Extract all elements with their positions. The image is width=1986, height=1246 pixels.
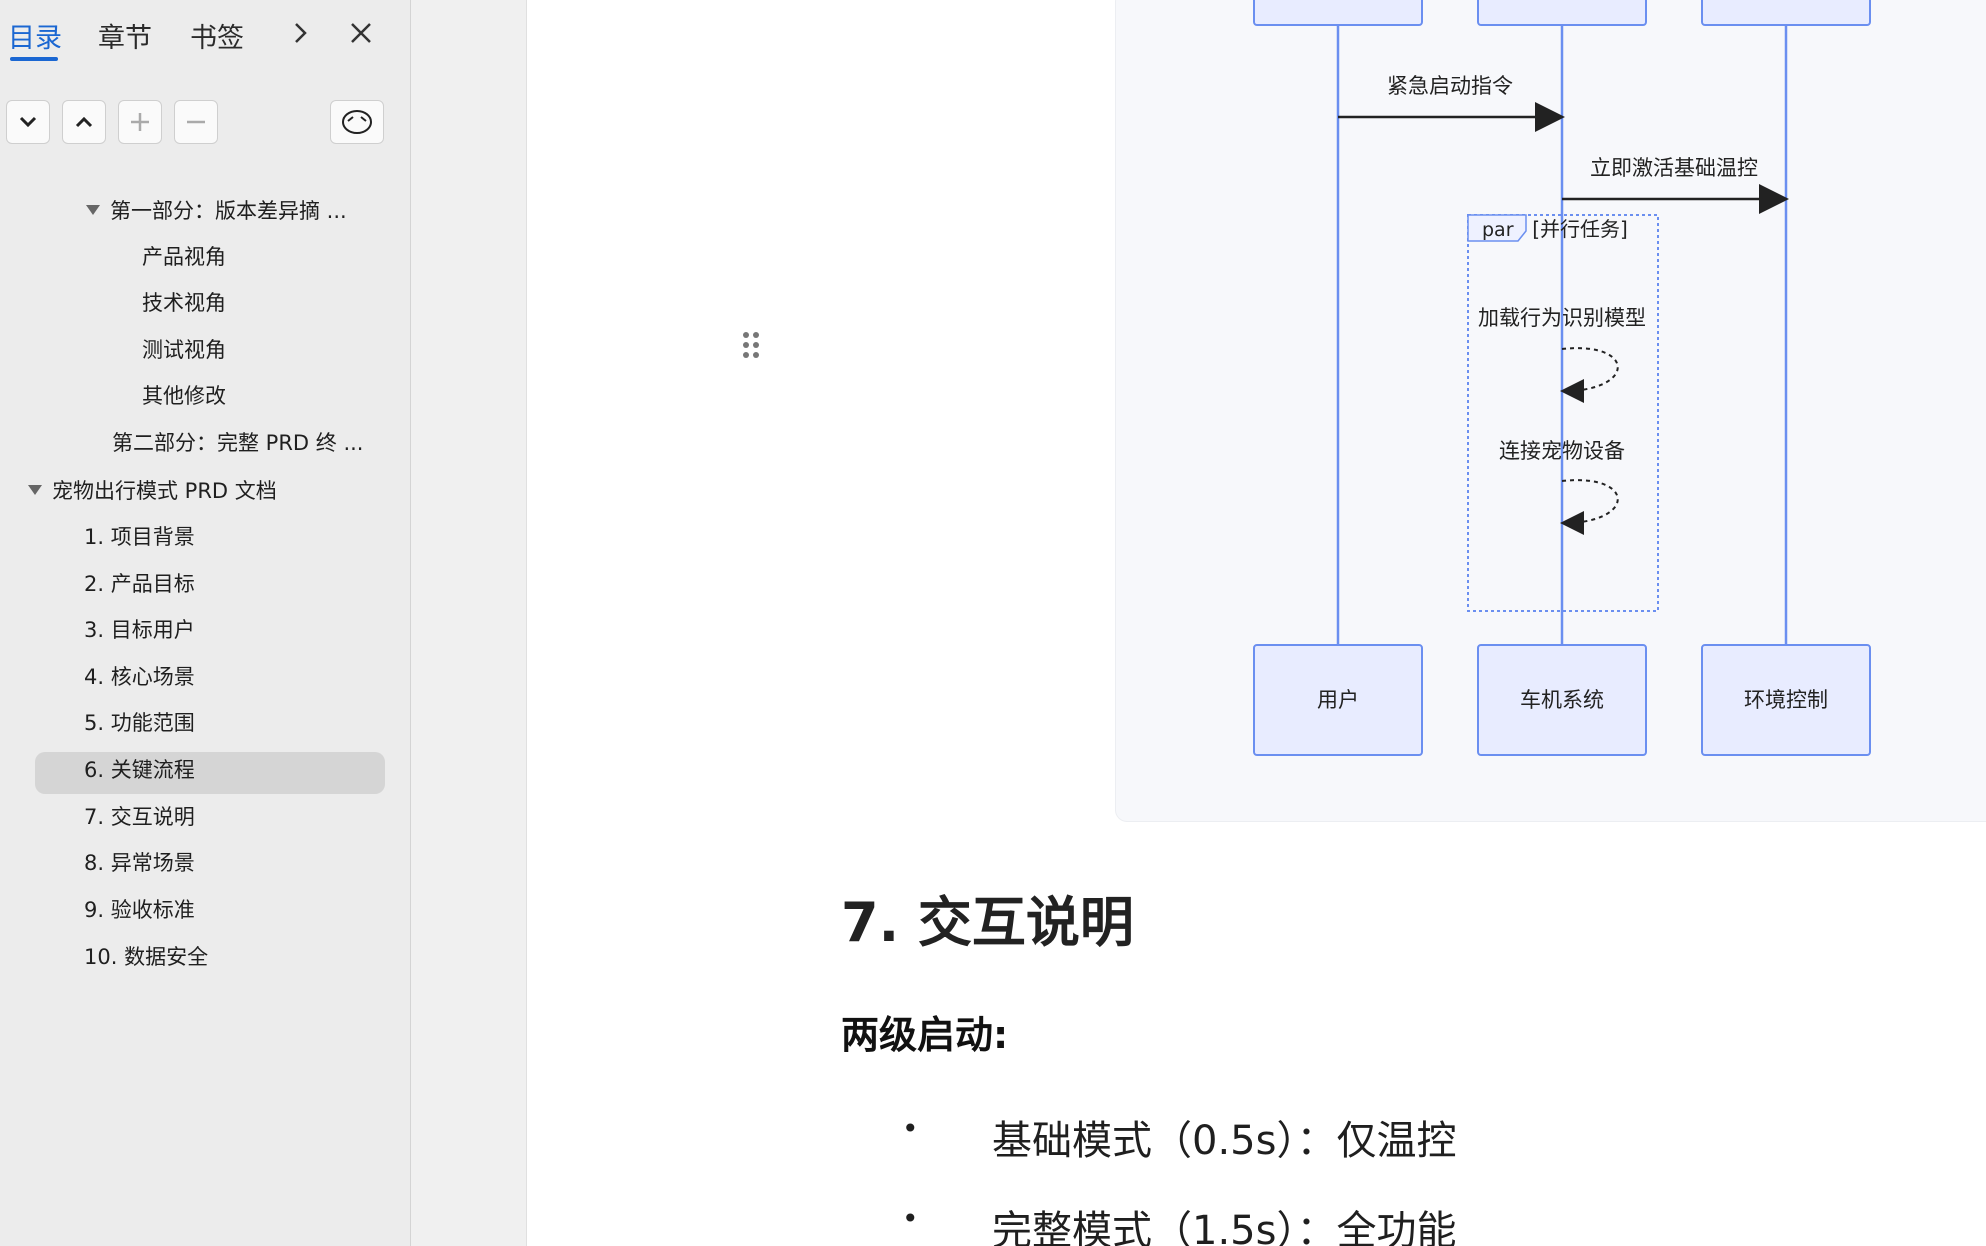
sidebar-tabs: 目录 章节 书签 xyxy=(0,0,410,72)
participant-label: 用户 xyxy=(1317,688,1359,712)
remove-button[interactable] xyxy=(174,100,218,144)
toc-item-8[interactable]: 8. 异常场景 xyxy=(84,843,195,883)
plus-icon xyxy=(131,113,149,131)
gauge-icon xyxy=(342,110,372,134)
collapse-up-button[interactable] xyxy=(62,100,106,144)
active-tab-indicator xyxy=(10,57,58,61)
toc-item-7[interactable]: 7. 交互说明 xyxy=(84,797,195,837)
self-call-arrow xyxy=(1560,347,1619,403)
toc-item-other-changes[interactable]: 其他修改 xyxy=(142,376,226,416)
bullet-icon: • xyxy=(902,1112,919,1145)
self-call-label: 加载行为识别模型 xyxy=(1478,306,1646,330)
message-label: 紧急启动指令 xyxy=(1387,74,1513,98)
participant-label: 环境控制 xyxy=(1744,688,1828,712)
toc-item-4[interactable]: 4. 核心场景 xyxy=(84,657,195,697)
section-heading: 7. 交互说明 xyxy=(841,891,1134,954)
message-label: 立即激活基础温控 xyxy=(1590,156,1758,180)
sidebar-gutter xyxy=(411,0,527,1246)
tab-toc[interactable]: 目录 xyxy=(8,16,62,55)
toc-item-9[interactable]: 9. 验收标准 xyxy=(84,890,195,930)
minus-icon xyxy=(187,120,205,124)
toc-item-prd-doc[interactable]: 宠物出行模式 PRD 文档 xyxy=(28,471,277,511)
tab-bookmarks[interactable]: 书签 xyxy=(190,16,244,55)
close-icon[interactable] xyxy=(348,18,374,55)
drag-handle-icon[interactable] xyxy=(743,332,763,366)
toc-item-5[interactable]: 5. 功能范围 xyxy=(84,703,195,743)
self-call-label: 连接宠物设备 xyxy=(1499,439,1625,463)
view-mode-button[interactable] xyxy=(330,100,384,144)
chevron-up-icon xyxy=(75,116,93,128)
sequence-diagram: 紧急启动指令 立即激活基础温控 par [并行任务] 加载行为识别模型 连接宠物… xyxy=(1115,0,1986,822)
participant-top-env xyxy=(1701,0,1871,26)
par-condition: [并行任务] xyxy=(1532,217,1628,241)
collapse-down-button[interactable] xyxy=(6,100,50,144)
toc-toolbar xyxy=(0,100,410,150)
bullet-icon: • xyxy=(902,1202,919,1235)
chevron-down-icon xyxy=(19,116,37,128)
tab-chapters[interactable]: 章节 xyxy=(98,16,152,55)
add-button[interactable] xyxy=(118,100,162,144)
toc-item-tech-view[interactable]: 技术视角 xyxy=(142,283,226,323)
sidebar: 目录 章节 书签 第一部分：版本差异摘 ... 产品视角 技术视角 测试视角 其… xyxy=(0,0,411,1246)
list-item-text: 基础模式（0.5s）：仅温控 xyxy=(992,1118,1457,1164)
toc-item-part-one[interactable]: 第一部分：版本差异摘 ... xyxy=(86,191,347,231)
sequence-diagram-svg: 紧急启动指令 立即激活基础温控 par [并行任务] 加载行为识别模型 连接宠物… xyxy=(1253,0,1871,756)
participant-label: 车机系统 xyxy=(1520,688,1604,712)
toc-item-product-view[interactable]: 产品视角 xyxy=(142,237,226,277)
participant-top-user xyxy=(1253,0,1423,26)
expand-triangle-icon[interactable] xyxy=(86,205,100,215)
toc-item-10[interactable]: 10. 数据安全 xyxy=(84,937,208,977)
participant-top-system xyxy=(1477,0,1647,26)
toc-item-part-two[interactable]: 第二部分：完整 PRD 终 ... xyxy=(112,423,363,463)
list-item-text: 完整模式（1.5s）：全功能 xyxy=(992,1208,1457,1246)
toc-item-1[interactable]: 1. 项目背景 xyxy=(84,517,195,557)
self-call-arrow xyxy=(1560,479,1619,535)
toc-item-2[interactable]: 2. 产品目标 xyxy=(84,564,195,604)
toc-item-3[interactable]: 3. 目标用户 xyxy=(84,610,195,650)
toc-item-test-view[interactable]: 测试视角 xyxy=(142,330,226,370)
subheading: 两级启动: xyxy=(841,1013,1009,1057)
document-content: 紧急启动指令 立即激活基础温控 par [并行任务] 加载行为识别模型 连接宠物… xyxy=(527,0,1986,1246)
expand-triangle-icon[interactable] xyxy=(28,485,42,495)
chevron-right-icon[interactable] xyxy=(290,18,312,55)
toc-item-6[interactable]: 6. 关键流程 xyxy=(84,750,195,790)
par-label: par xyxy=(1482,219,1514,241)
